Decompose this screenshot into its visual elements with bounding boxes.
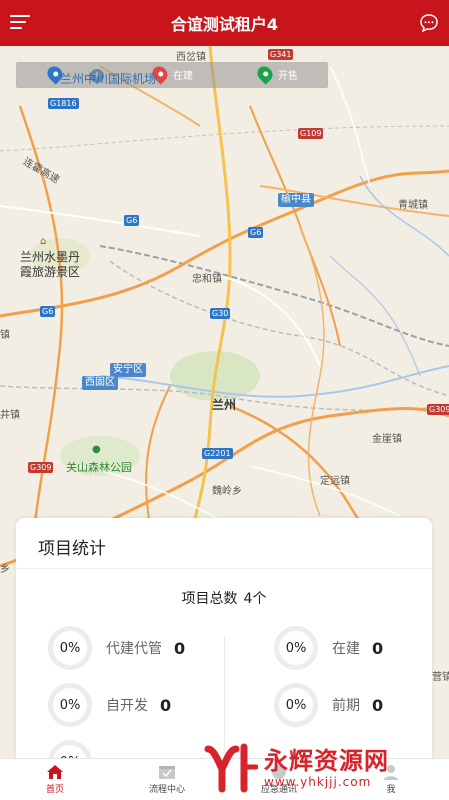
map-label-guanshan: 关山森林公园 — [66, 461, 132, 474]
watermark-title: 永辉资源网 — [264, 747, 389, 775]
calendar-icon — [158, 764, 176, 780]
map-label-xiang-left: 乡 — [0, 564, 10, 575]
app-header: 合谊测试租户4 — [0, 0, 449, 46]
legend-item-on-sale[interactable]: 开售 — [254, 63, 298, 85]
stat-value: 0 — [372, 695, 384, 715]
map-label-qingcheng: 青城镇 — [398, 200, 428, 211]
park-icon: ● — [92, 444, 101, 455]
map-label-zhonghe: 忠和镇 — [192, 274, 222, 285]
map-label-xigu-town: 西岔镇 — [176, 52, 206, 63]
stat-name: 代建代管 — [106, 641, 162, 657]
road-shield-g2201: G2201 — [202, 448, 233, 459]
stat-value: 0 — [174, 638, 186, 658]
stat-preliminary[interactable]: 0% 前期 0 — [274, 683, 383, 727]
road-shield-g1816: G1816 — [48, 98, 79, 109]
map-label-yuzhong: 榆中县 — [278, 193, 314, 207]
road-shield-g6-b: G6 — [248, 227, 264, 238]
map-label-xigu: 西固区 — [82, 376, 118, 390]
stat-ring: 0% — [274, 626, 318, 670]
road-shield-g6-c: G6 — [40, 306, 56, 317]
stat-name: 在建 — [332, 641, 360, 657]
chat-icon[interactable] — [419, 13, 439, 33]
menu-icon[interactable] — [10, 13, 30, 31]
tab-label: 流程中心 — [148, 785, 185, 795]
project-total: 项目总数 4个 — [16, 588, 432, 608]
watermark: 永辉资源网 www.yhkjjj.com — [200, 740, 449, 796]
tab-label: 首页 — [45, 785, 64, 795]
legend-label-on-sale: 开售 — [278, 70, 298, 82]
road-shield-g309-b: G309 — [427, 404, 449, 415]
road-shield-g309-a: G309 — [28, 462, 54, 473]
stat-self-develop[interactable]: 0% 自开发 0 — [48, 683, 171, 727]
card-divider — [16, 568, 432, 569]
map-label-shuimodan: 兰州水墨丹霞旅游景区 — [20, 250, 81, 279]
stat-agency-build[interactable]: 0% 代建代管 0 — [48, 626, 185, 670]
map-label-jinya: 金崖镇 — [372, 434, 402, 445]
page-title: 合谊测试租户4 — [170, 15, 279, 34]
stat-under-construction[interactable]: 0% 在建 0 — [274, 626, 383, 670]
map-label-yingzhen: 营镇 — [432, 672, 449, 683]
legend-item-under-construction[interactable]: 在建 — [149, 63, 193, 85]
map-label-zhen-left: 镇 — [0, 330, 10, 341]
stat-ring: 0% — [274, 683, 318, 727]
map-label-jing-left: 井镇 — [0, 410, 20, 421]
road-shield-g6-a: G6 — [124, 215, 140, 226]
tab-process-center[interactable]: 流程中心 — [122, 759, 212, 800]
map-label-dingyuan: 定远镇 — [320, 476, 350, 487]
map-label-weiling: 魏岭乡 — [212, 486, 242, 497]
stat-ring: 0% — [48, 683, 92, 727]
watermark-logo-icon — [200, 743, 259, 793]
map-place-icon: ⌂ — [40, 236, 47, 247]
stats-title: 项目统计 — [38, 539, 106, 559]
map-label-lanzhou: 兰州 — [212, 398, 237, 412]
green-pin-icon — [254, 63, 276, 85]
total-value: 4个 — [243, 591, 267, 607]
map-label-anning: 安宁区 — [110, 363, 146, 377]
home-icon — [46, 764, 64, 780]
total-label: 项目总数 — [181, 591, 238, 607]
stat-ring: 0% — [48, 626, 92, 670]
stat-name: 自开发 — [106, 698, 148, 714]
stat-name: 前期 — [332, 698, 360, 714]
stat-value: 0 — [372, 638, 384, 658]
road-shield-g109: G109 — [298, 128, 324, 139]
tab-home[interactable]: 首页 — [10, 759, 100, 800]
watermark-url: www.yhkjjj.com — [264, 775, 372, 789]
stat-value: 0 — [160, 695, 172, 715]
road-shield-g30: G30 — [210, 308, 231, 319]
legend-label-under-construction: 在建 — [173, 70, 193, 82]
map-label-airport: 兰州中川国际机场 — [60, 72, 157, 86]
road-shield-g341: G341 — [268, 49, 294, 60]
project-stats-card: 项目统计 项目总数 4个 0% 代建代管 0 0% 自开发 0 0% 0% 在建 … — [16, 518, 432, 784]
